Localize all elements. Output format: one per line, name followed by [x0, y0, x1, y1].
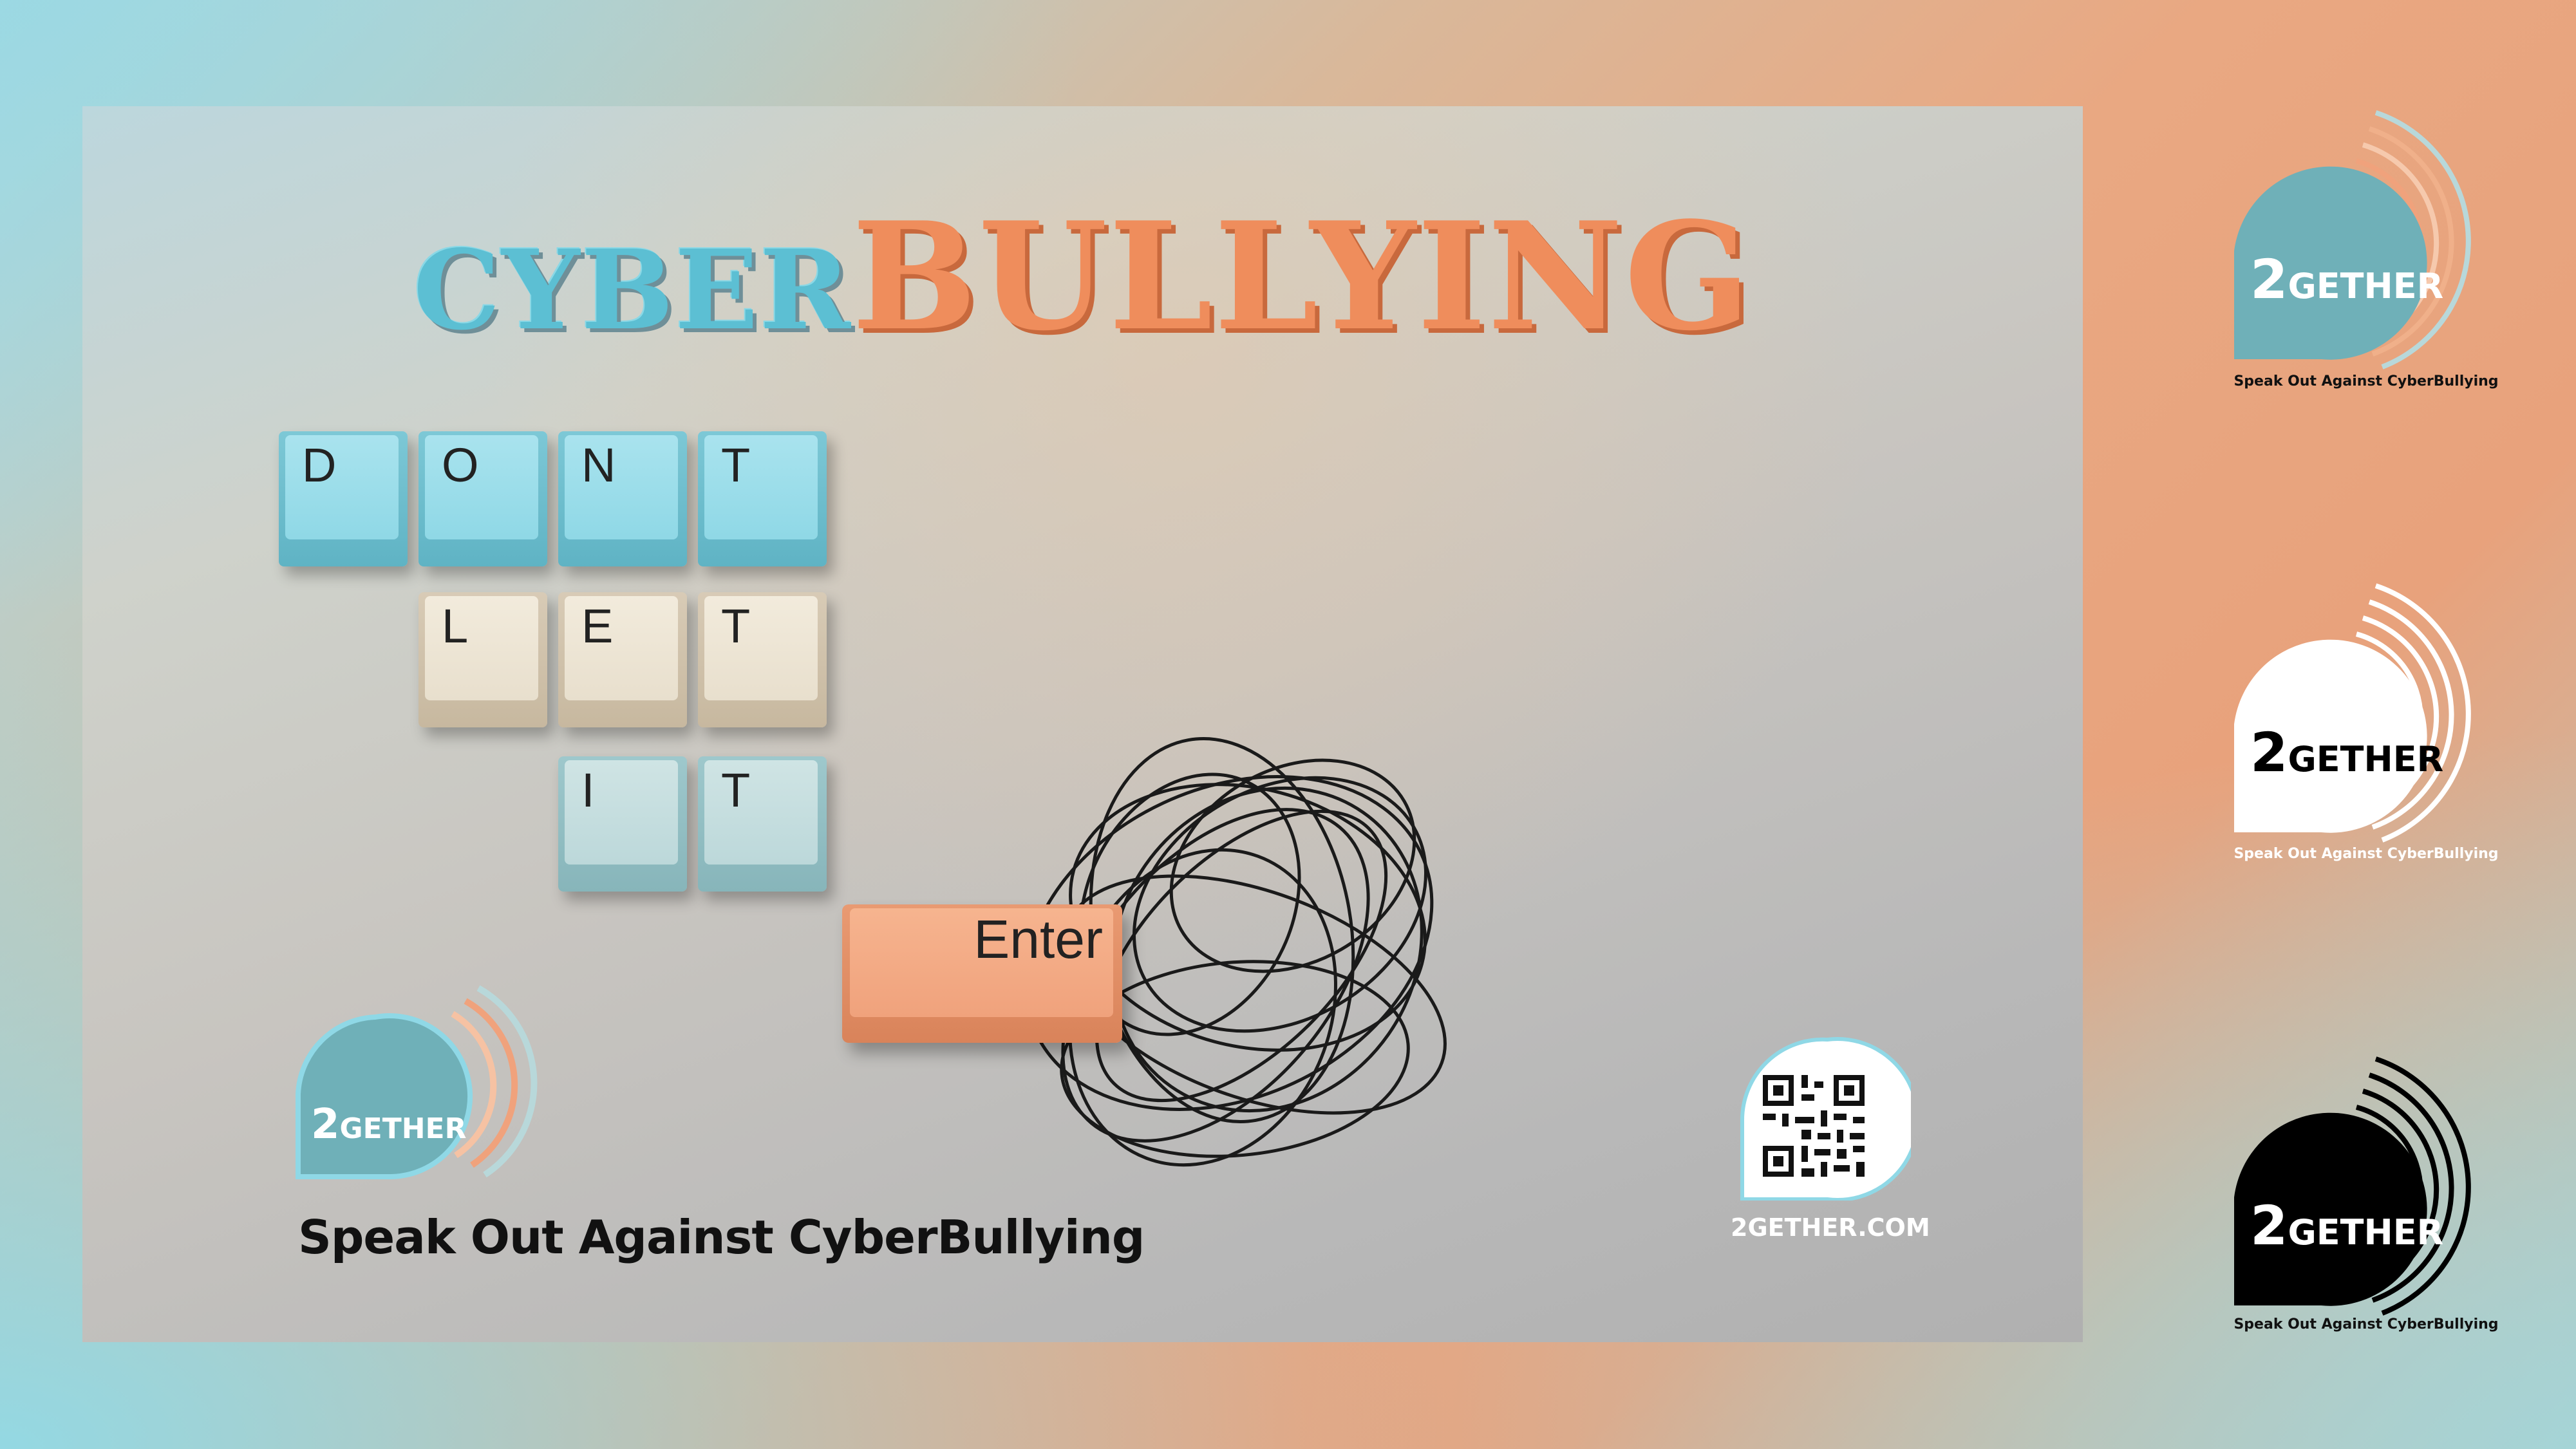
enter-key: Enter: [842, 904, 1122, 1043]
side-logo-teal-tagline: Speak Out Against CyberBullying: [2233, 373, 2499, 389]
side-logo-teal-text: 2GETHER: [2250, 248, 2444, 311]
side-logo-black-text: 2GETHER: [2250, 1194, 2444, 1257]
website-url: 2GETHER.COM: [1731, 1213, 1930, 1242]
poster-2gether-logo-icon: [296, 985, 538, 1179]
side-logo-white-tagline: Speak Out Against CyberBullying: [2233, 846, 2499, 862]
key-e: E: [558, 592, 687, 727]
poster-logo-text: 2GETHER: [311, 1101, 467, 1148]
key-t3: T: [698, 756, 827, 892]
poster-title: CYBERBULLYING: [82, 190, 2083, 364]
poster-card: CYBERBULLYING D O N T L E T I T Enter 2G…: [82, 106, 2083, 1342]
qr-code-icon: [1740, 1037, 1911, 1201]
poster-tagline: Speak Out Against CyberBullying: [298, 1210, 1145, 1264]
title-cyber: CYBER: [413, 226, 852, 355]
key-i: I: [558, 756, 687, 892]
key-t: T: [698, 431, 827, 566]
side-logo-white-text: 2GETHER: [2250, 721, 2444, 784]
key-t2: T: [698, 592, 827, 727]
title-bullying: BULLYING: [852, 190, 1753, 364]
key-d: D: [279, 431, 408, 566]
key-n: N: [558, 431, 687, 566]
key-o: O: [418, 431, 547, 566]
side-logo-black-tagline: Speak Out Against CyberBullying: [2233, 1316, 2499, 1332]
key-l: L: [418, 592, 547, 727]
